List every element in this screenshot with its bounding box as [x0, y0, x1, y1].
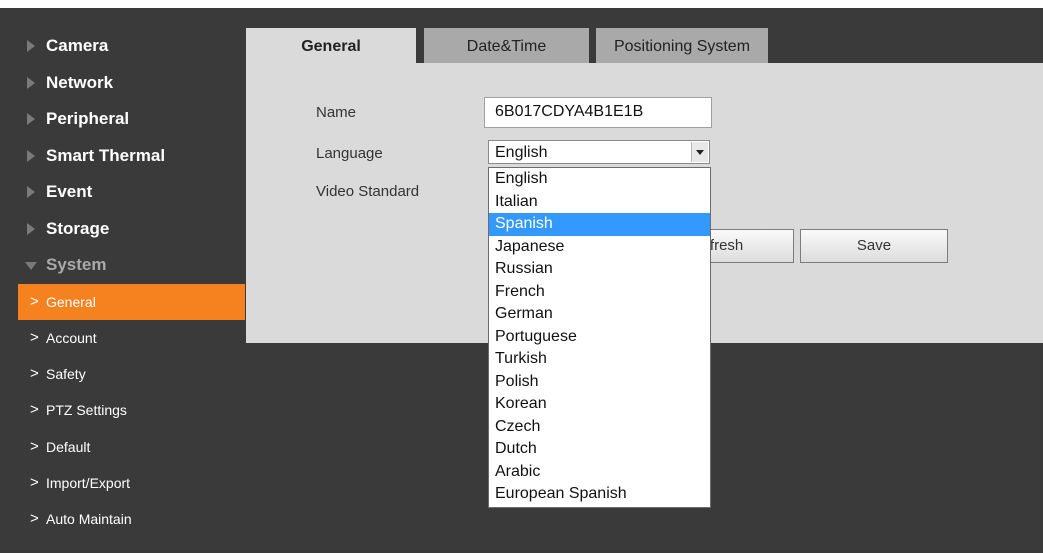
sidebar-subitem-label: General — [46, 293, 96, 310]
triangle-down-icon — [25, 262, 37, 270]
chevron-right-icon: > — [30, 510, 39, 528]
language-option[interactable]: Polish — [489, 371, 710, 394]
sidebar-item-label: Smart Thermal — [46, 145, 166, 165]
sidebar-subitem-account[interactable]: > Account — [0, 320, 246, 356]
save-button[interactable]: Save — [800, 229, 948, 263]
language-label: Language — [316, 145, 383, 162]
sidebar: Camera Network Peripheral Smart Thermal … — [0, 28, 246, 538]
sidebar-item-label: Event — [46, 182, 93, 201]
tab-positioning-system[interactable]: Positioning System — [596, 28, 768, 63]
triangle-right-icon — [27, 113, 35, 125]
sidebar-item-peripheral[interactable]: Peripheral — [0, 101, 246, 138]
language-option[interactable]: Arabic — [489, 461, 710, 484]
chevron-right-icon: > — [30, 401, 39, 419]
sidebar-item-label: Storage — [46, 218, 110, 238]
sidebar-subitem-auto-maintain[interactable]: > Auto Maintain — [0, 501, 246, 537]
sidebar-item-network[interactable]: Network — [0, 65, 246, 102]
sidebar-item-camera[interactable]: Camera — [0, 28, 246, 65]
language-option[interactable]: Dutch — [489, 438, 710, 461]
language-select-value: English — [495, 144, 548, 161]
language-option[interactable]: Korean — [489, 393, 710, 416]
sidebar-subitem-label: Auto Maintain — [46, 511, 132, 528]
sidebar-subitem-import-export[interactable]: > Import/Export — [0, 465, 246, 501]
language-option[interactable]: Japanese — [489, 236, 710, 259]
language-option[interactable]: German — [489, 303, 710, 326]
name-label: Name — [316, 104, 357, 121]
language-option-highlighted[interactable]: Spanish — [489, 213, 710, 236]
chevron-right-icon: > — [30, 437, 39, 455]
chevron-right-icon: > — [30, 473, 39, 491]
sidebar-item-label: System — [46, 255, 107, 274]
language-option[interactable]: Russian — [489, 258, 710, 281]
sidebar-subitem-label: PTZ Settings — [46, 402, 127, 419]
language-option[interactable]: Italian — [489, 191, 710, 214]
sidebar-item-smart-thermal[interactable]: Smart Thermal — [0, 138, 246, 175]
sidebar-subitem-general[interactable]: > General — [18, 283, 245, 320]
sidebar-subitem-safety[interactable]: > Safety — [0, 356, 246, 392]
sidebar-subitem-ptz-settings[interactable]: > PTZ Settings — [0, 392, 246, 428]
chevron-right-icon: > — [30, 328, 39, 346]
chevron-right-icon: > — [30, 365, 39, 383]
sidebar-item-system[interactable]: System — [0, 247, 246, 284]
language-option[interactable]: Czech — [489, 416, 710, 439]
language-dropdown-list: English Italian Spanish Japanese Russian… — [488, 167, 711, 508]
language-option[interactable]: Portuguese — [489, 326, 710, 349]
sidebar-subitem-label: Import/Export — [46, 474, 131, 491]
triangle-right-icon — [27, 149, 35, 162]
sidebar-item-storage[interactable]: Storage — [0, 211, 246, 248]
tab-general[interactable]: General — [246, 28, 416, 63]
language-option[interactable]: European Spanish — [489, 483, 710, 506]
sidebar-item-label: Peripheral — [46, 109, 130, 128]
chevron-down-icon[interactable] — [691, 142, 708, 162]
tab-date-time[interactable]: Date&Time — [424, 28, 589, 63]
triangle-right-icon — [27, 40, 35, 52]
tab-bar: General Date&Time Positioning System — [246, 28, 1043, 63]
sidebar-item-label: Network — [46, 72, 114, 92]
sidebar-subitem-label: Default — [46, 438, 91, 455]
language-select[interactable]: English — [488, 140, 710, 164]
name-input[interactable]: 6B017CDYA4B1E1B — [484, 97, 712, 128]
triangle-right-icon — [27, 186, 35, 198]
triangle-right-icon — [27, 222, 35, 235]
chevron-right-icon: > — [30, 292, 39, 310]
triangle-right-icon — [27, 76, 35, 89]
sidebar-subitem-default[interactable]: > Default — [0, 429, 246, 465]
sidebar-subitem-label: Safety — [46, 366, 86, 383]
sidebar-item-event[interactable]: Event — [0, 174, 246, 211]
language-option[interactable]: Turkish — [489, 348, 710, 371]
language-option[interactable]: English — [489, 168, 710, 191]
sidebar-subitem-label: Account — [46, 329, 97, 346]
video-standard-label: Video Standard — [316, 183, 420, 200]
language-option[interactable]: French — [489, 281, 710, 304]
sidebar-item-label: Camera — [46, 36, 109, 55]
